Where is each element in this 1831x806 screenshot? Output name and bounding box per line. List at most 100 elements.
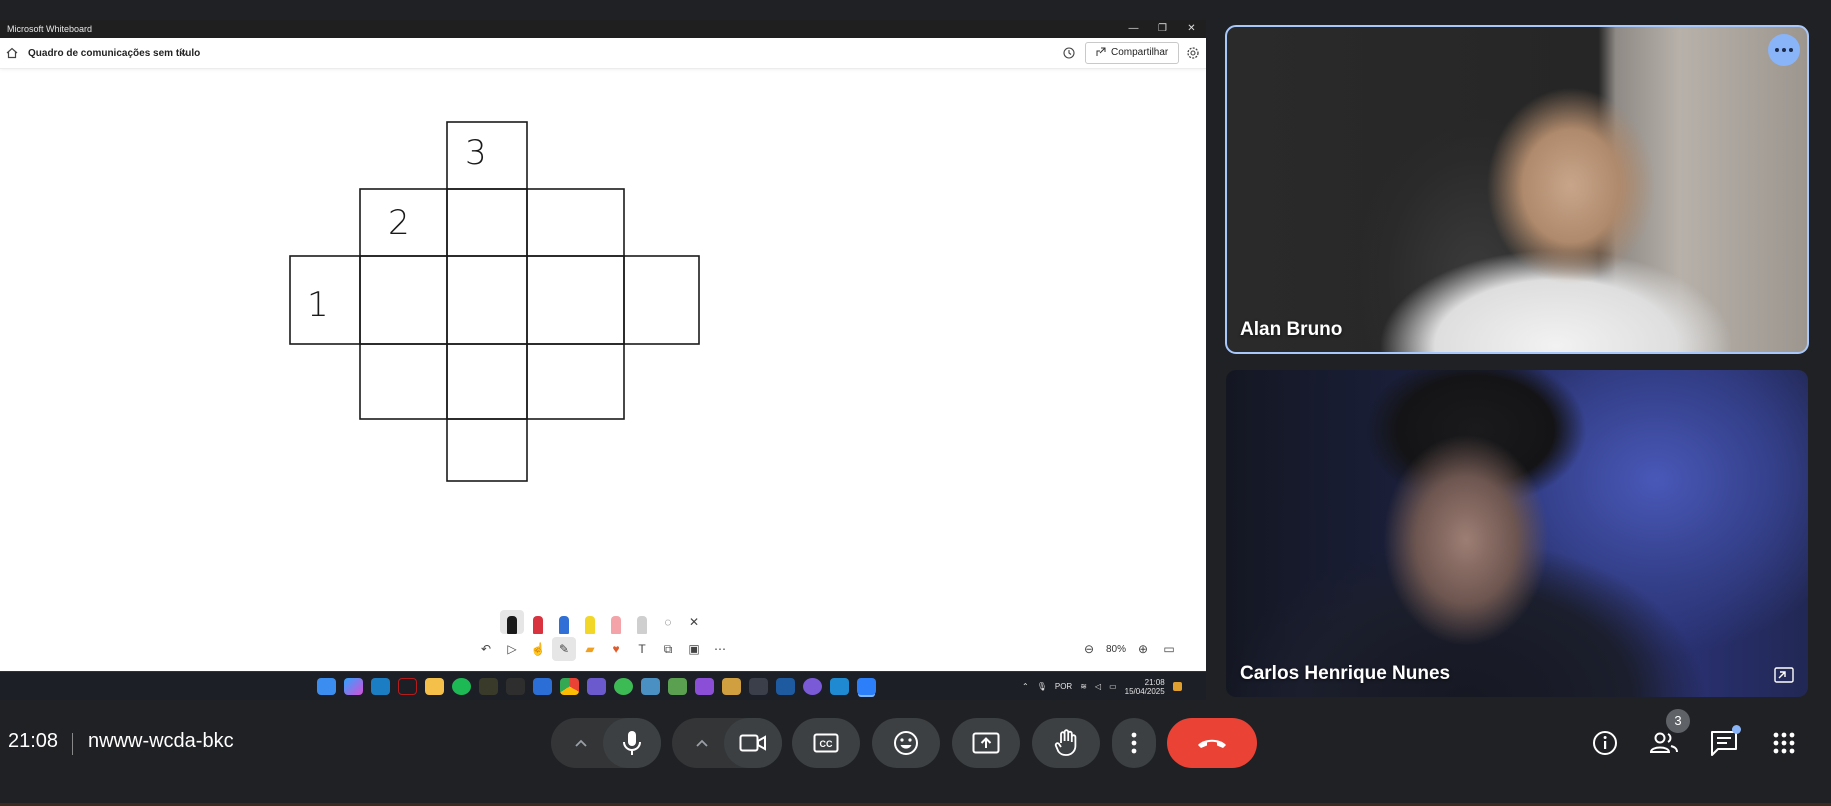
chat-icon [1711,731,1737,756]
captions-button[interactable]: CC [792,718,860,768]
mic-tray-icon[interactable]: 🎙 [1037,682,1047,691]
screen: Microsoft Whiteboard — ❐ ✕ Quadro de com… [0,0,1831,806]
microphone-button[interactable] [603,718,661,768]
chevron-down-icon[interactable] [180,50,188,58]
volume-icon[interactable]: ◁ [1095,682,1101,691]
app-icon-6[interactable] [776,678,795,695]
participant-tile[interactable]: Carlos Henrique Nunes [1226,370,1808,697]
more-options-button[interactable] [1768,34,1800,66]
fit-screen-icon[interactable]: ▭ [1160,637,1178,661]
windows-taskbar: ⌃ 🎙 POR ≋ ◁ ▭ 21:08 15/04/2025 [0,671,1206,700]
video-options-button[interactable] [682,718,722,768]
chevron-up-icon [575,739,587,747]
pen-icon[interactable]: ✎ [552,637,576,661]
explorer-icon[interactable] [371,678,390,695]
app-icon-5[interactable] [722,678,741,695]
copilot-icon[interactable] [344,678,363,695]
zoom-out-icon[interactable]: ⊖ [1080,637,1098,661]
eraser[interactable] [604,610,628,634]
app-icon-4[interactable] [668,678,687,695]
undo-icon[interactable]: ↶ [474,637,498,661]
label-three: 3 [465,133,487,173]
wifi-icon[interactable]: ≋ [1080,682,1087,691]
black-pen[interactable] [500,610,524,634]
present-screen-button[interactable] [952,718,1020,768]
leave-call-button[interactable] [1167,718,1257,768]
app-icon-2[interactable] [614,678,633,695]
square-row3-e [623,255,700,345]
select-icon[interactable]: ▷ [500,637,524,661]
square-top [446,121,528,190]
gear-icon[interactable] [1186,46,1200,60]
yellow-highlighter[interactable] [578,610,602,634]
info-icon [1593,731,1617,755]
text-icon[interactable]: T [630,637,654,661]
js-app-icon[interactable] [479,678,498,695]
zoom-in-icon[interactable]: ⊕ [1134,637,1152,661]
folder-icon[interactable] [425,678,444,695]
restore-button[interactable]: ❐ [1148,20,1177,38]
notification-icon[interactable] [1172,682,1182,691]
more-options-button[interactable] [1112,718,1156,768]
reaction-icon[interactable]: ♥ [604,637,628,661]
system-clock[interactable]: 21:08 15/04/2025 [1125,678,1165,696]
label-one: 1 [307,285,329,325]
ruler[interactable] [630,610,654,634]
participant-tile[interactable]: Alan Bruno [1225,25,1809,354]
vscode-icon[interactable] [830,678,849,695]
insert-icon[interactable]: ▣ [682,637,706,661]
taskbar-apps [317,678,876,695]
whiteboard-app-icon[interactable] [857,678,876,695]
close-tray-icon[interactable]: ✕ [682,610,706,634]
share-button[interactable]: Compartilhar [1085,42,1179,64]
touch-icon[interactable]: ☝ [526,637,550,661]
terminal-icon[interactable] [749,678,768,695]
netflix-icon[interactable] [398,678,417,695]
timer-icon[interactable] [1062,46,1076,60]
app-icon-7[interactable] [803,678,822,695]
chrome-icon[interactable] [560,678,579,695]
system-time: 21:08 [1144,677,1165,687]
blue-pen[interactable] [552,610,576,634]
raise-hand-button[interactable] [1032,718,1100,768]
language-indicator[interactable]: POR [1055,682,1072,691]
window-title: Microsoft Whiteboard [7,24,93,34]
browser-icon[interactable] [533,678,552,695]
zoom-level: 80% [1106,643,1127,655]
home-icon[interactable] [5,46,19,60]
meet-control-bar: 21:08 nwww-wcda-bkc CC 3 [0,700,1831,806]
chevron-up-icon[interactable]: ⌃ [1022,682,1029,691]
hang-up-icon [1198,739,1226,748]
board-title[interactable]: Quadro de comunicações sem título [28,38,200,69]
battery-icon[interactable]: ▭ [1109,682,1117,691]
picture-in-picture-icon[interactable] [1774,667,1794,683]
shapes-icon[interactable]: ⧉ [656,637,680,661]
more-tools-icon[interactable]: ⋯ [708,637,732,661]
app-icon-3[interactable] [641,678,660,695]
lasso-icon[interactable]: ◌ [656,610,680,634]
system-tray: ⌃ 🎙 POR ≋ ◁ ▭ 21:08 15/04/2025 [1022,672,1182,701]
share-icon [1096,47,1106,56]
minimize-button[interactable]: — [1119,20,1148,38]
hand-icon [1054,729,1077,756]
whiteboard-canvas[interactable]: 3 2 1 [0,70,1206,670]
square-row4-b [446,343,528,420]
camera-button[interactable] [724,718,782,768]
reactions-button[interactable] [872,718,940,768]
red-pen[interactable] [526,610,550,634]
js-app-icon-2[interactable] [506,678,525,695]
sticky-note-icon[interactable]: ▰ [578,637,602,661]
spotify-icon[interactable] [452,678,471,695]
app-icon[interactable] [587,678,606,695]
meeting-code[interactable]: nwww-wcda-bkc [88,730,234,753]
activities-button[interactable] [1768,728,1800,758]
square-row4-c [526,343,625,420]
visual-studio-icon[interactable] [695,678,714,695]
close-button[interactable]: ✕ [1177,20,1206,38]
participant-name: Carlos Henrique Nunes [1240,663,1451,684]
whiteboard-appbar: Quadro de comunicações sem título Compar… [0,38,1206,69]
meeting-details-button[interactable] [1589,728,1621,758]
start-icon[interactable] [317,678,336,695]
audio-options-button[interactable] [561,718,601,768]
camera-icon [739,734,766,752]
